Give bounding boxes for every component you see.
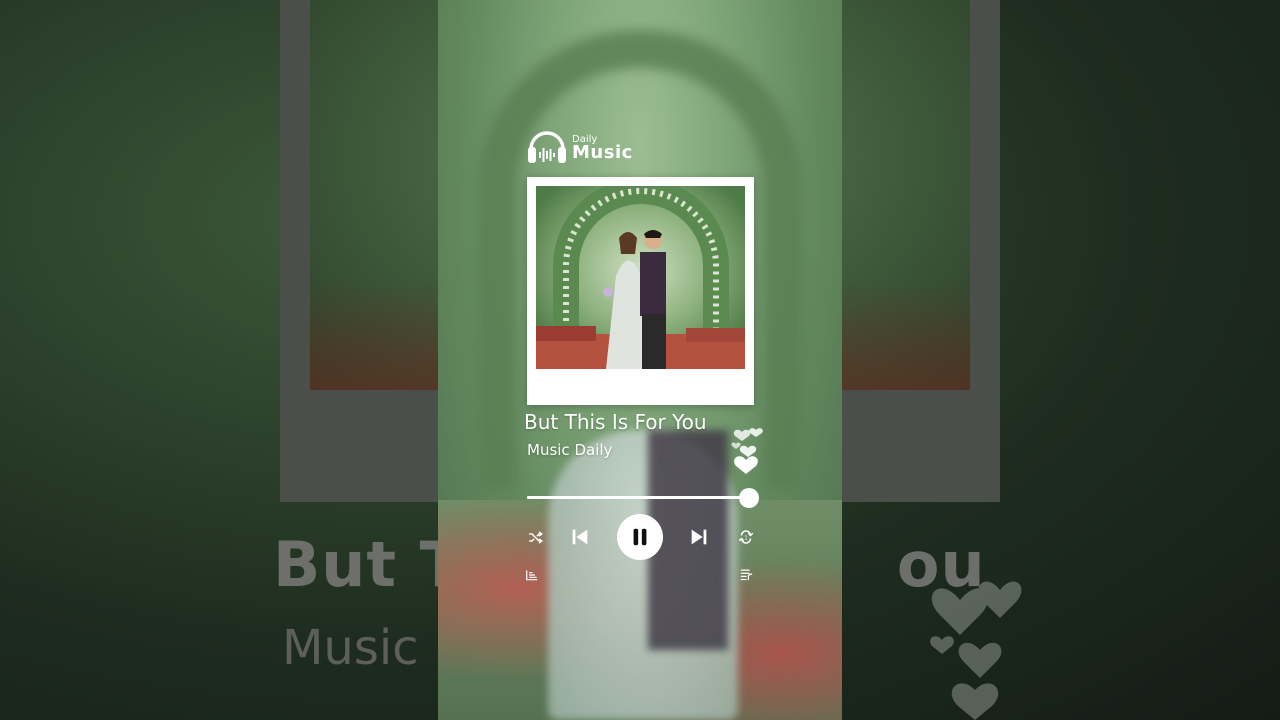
track-title: But This Is For You: [524, 410, 707, 434]
progress-knob[interactable]: [739, 488, 759, 508]
progress-fill: [527, 496, 749, 499]
background-big-artist: Music: [282, 620, 419, 676]
skip-previous-icon[interactable]: [569, 526, 591, 548]
album-art-frame: [527, 177, 754, 405]
floating-hearts-icon[interactable]: [728, 422, 768, 474]
skip-next-icon[interactable]: [688, 526, 710, 548]
track-artist: Music Daily: [527, 441, 613, 459]
svg-text:1: 1: [744, 535, 747, 541]
headphones-waveform-icon: [528, 131, 566, 163]
pause-icon: [633, 528, 647, 546]
logo-big-text: Music: [572, 142, 633, 163]
pause-button[interactable]: [617, 514, 663, 560]
app-logo: Daily Music: [526, 127, 632, 165]
repeat-one-icon[interactable]: 1: [737, 528, 755, 546]
progress-bar[interactable]: [527, 496, 749, 499]
album-art-photo: [536, 186, 745, 369]
shuffle-icon[interactable]: [527, 529, 544, 546]
background-hearts-icon: [930, 581, 1022, 720]
queue-list-icon[interactable]: [739, 567, 754, 582]
equalizer-icon[interactable]: [525, 568, 539, 582]
